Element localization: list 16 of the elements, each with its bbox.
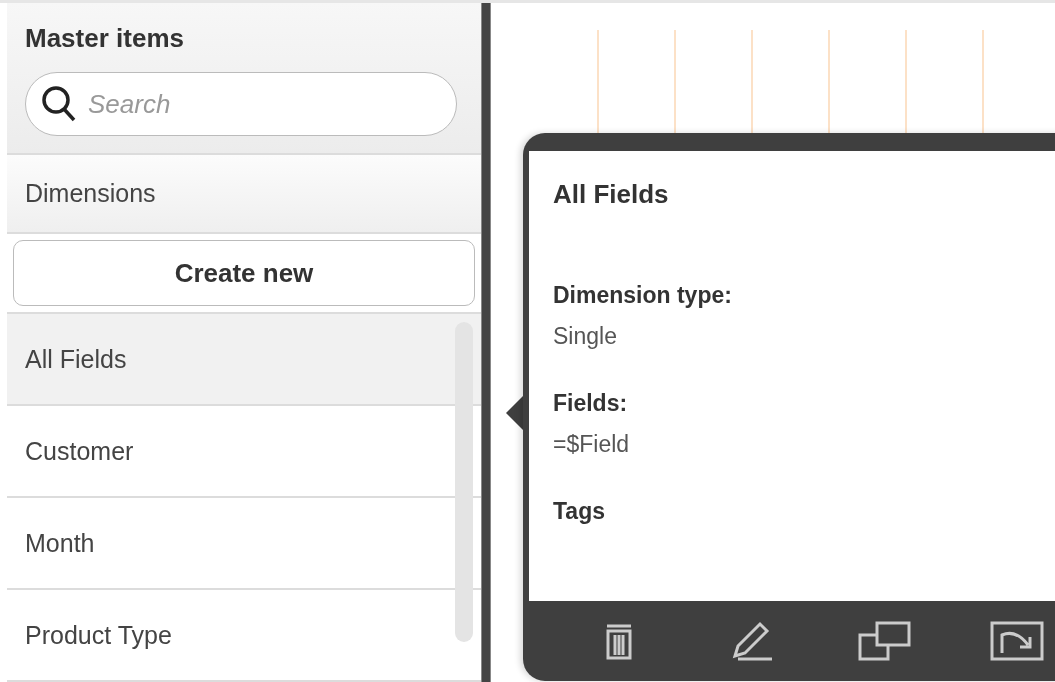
popup-title: All Fields: [553, 179, 670, 210]
section-header: Dimensions: [7, 154, 481, 235]
property-value: =$Field: [553, 431, 631, 458]
scrollbar[interactable]: [455, 322, 473, 642]
list-item[interactable]: All Fields: [7, 314, 481, 406]
trash-icon: [604, 622, 635, 660]
panel-title: Master items: [25, 23, 185, 54]
property-value: Single: [553, 323, 618, 350]
copy-icon: [857, 621, 912, 661]
property-label: Dimension type:: [553, 282, 733, 309]
search-field[interactable]: Search: [25, 72, 457, 136]
property-label: Fields:: [553, 390, 629, 417]
export-icon: [989, 621, 1044, 661]
tags-label: Tags: [553, 498, 606, 525]
create-new-button[interactable]: Create new: [13, 240, 475, 306]
search-icon: [41, 85, 77, 123]
